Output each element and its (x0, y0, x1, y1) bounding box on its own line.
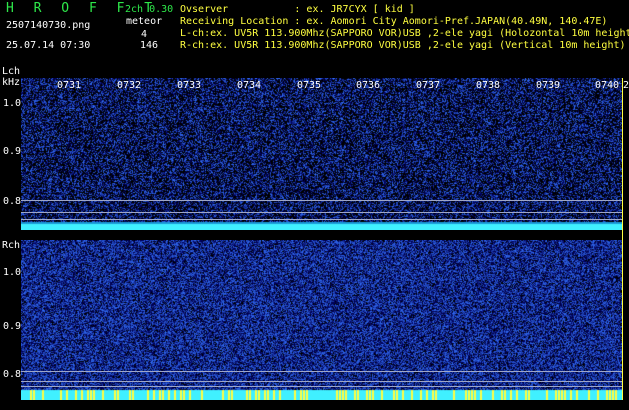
time-label-edge: 2 (623, 80, 629, 91)
lch-ref-line (21, 219, 622, 220)
rch-ref-line (21, 371, 622, 372)
time-label: 0733 (177, 80, 202, 91)
time-label: 0735 (297, 80, 322, 91)
observer-line: Ovserver : ex. JR7CYX [ kid ] (180, 4, 415, 15)
rch-ytick-3: 0.8 (3, 369, 22, 380)
time-label: 0731 (57, 80, 82, 91)
rch-info-line: R-ch:ex. UV5R 113.900Mhz(SAPPORO VOR)USB… (180, 40, 626, 51)
rch-ref-line (21, 386, 622, 387)
filename-label: 2507140730.png (6, 20, 91, 31)
time-label: 0740 (595, 80, 620, 91)
lch-waterfall (21, 78, 622, 230)
rch-ytick-2: 0.9 (3, 321, 22, 332)
meteor-count-l: 4 (141, 29, 148, 40)
meteor-label: meteor (126, 16, 163, 27)
time-label: 0738 (476, 80, 501, 91)
time-label: 0734 (237, 80, 262, 91)
datetime-label: 25.07.14 07:30 (6, 40, 91, 51)
lch-ref-line (21, 200, 622, 201)
lch-ytick-2: 0.9 (3, 146, 22, 157)
time-label: 0737 (416, 80, 441, 91)
lch-ytick-1: 1.0 (3, 98, 22, 109)
lch-label: Lch (2, 66, 21, 77)
rch-waterfall (21, 240, 622, 400)
khz-unit-label: kHz (2, 77, 21, 88)
time-label: 0732 (117, 80, 142, 91)
location-line: Receiving Location : ex. Aomori City Aom… (180, 16, 608, 27)
rch-label: Rch (2, 240, 21, 251)
meteor-count-r: 146 (140, 40, 159, 51)
rch-ref-line (21, 381, 622, 382)
mode-label: 2ch 0.30 (125, 4, 174, 15)
rch-ytick-1: 1.0 (3, 267, 22, 278)
lch-info-line: L-ch:ex. UV5R 113.900Mhz(SAPPORO VOR)USB… (180, 28, 629, 39)
time-label: 0739 (536, 80, 561, 91)
time-cursor (622, 78, 623, 400)
lch-ytick-3: 0.8 (3, 196, 22, 207)
lch-ref-line (21, 212, 622, 213)
time-label: 0736 (356, 80, 381, 91)
